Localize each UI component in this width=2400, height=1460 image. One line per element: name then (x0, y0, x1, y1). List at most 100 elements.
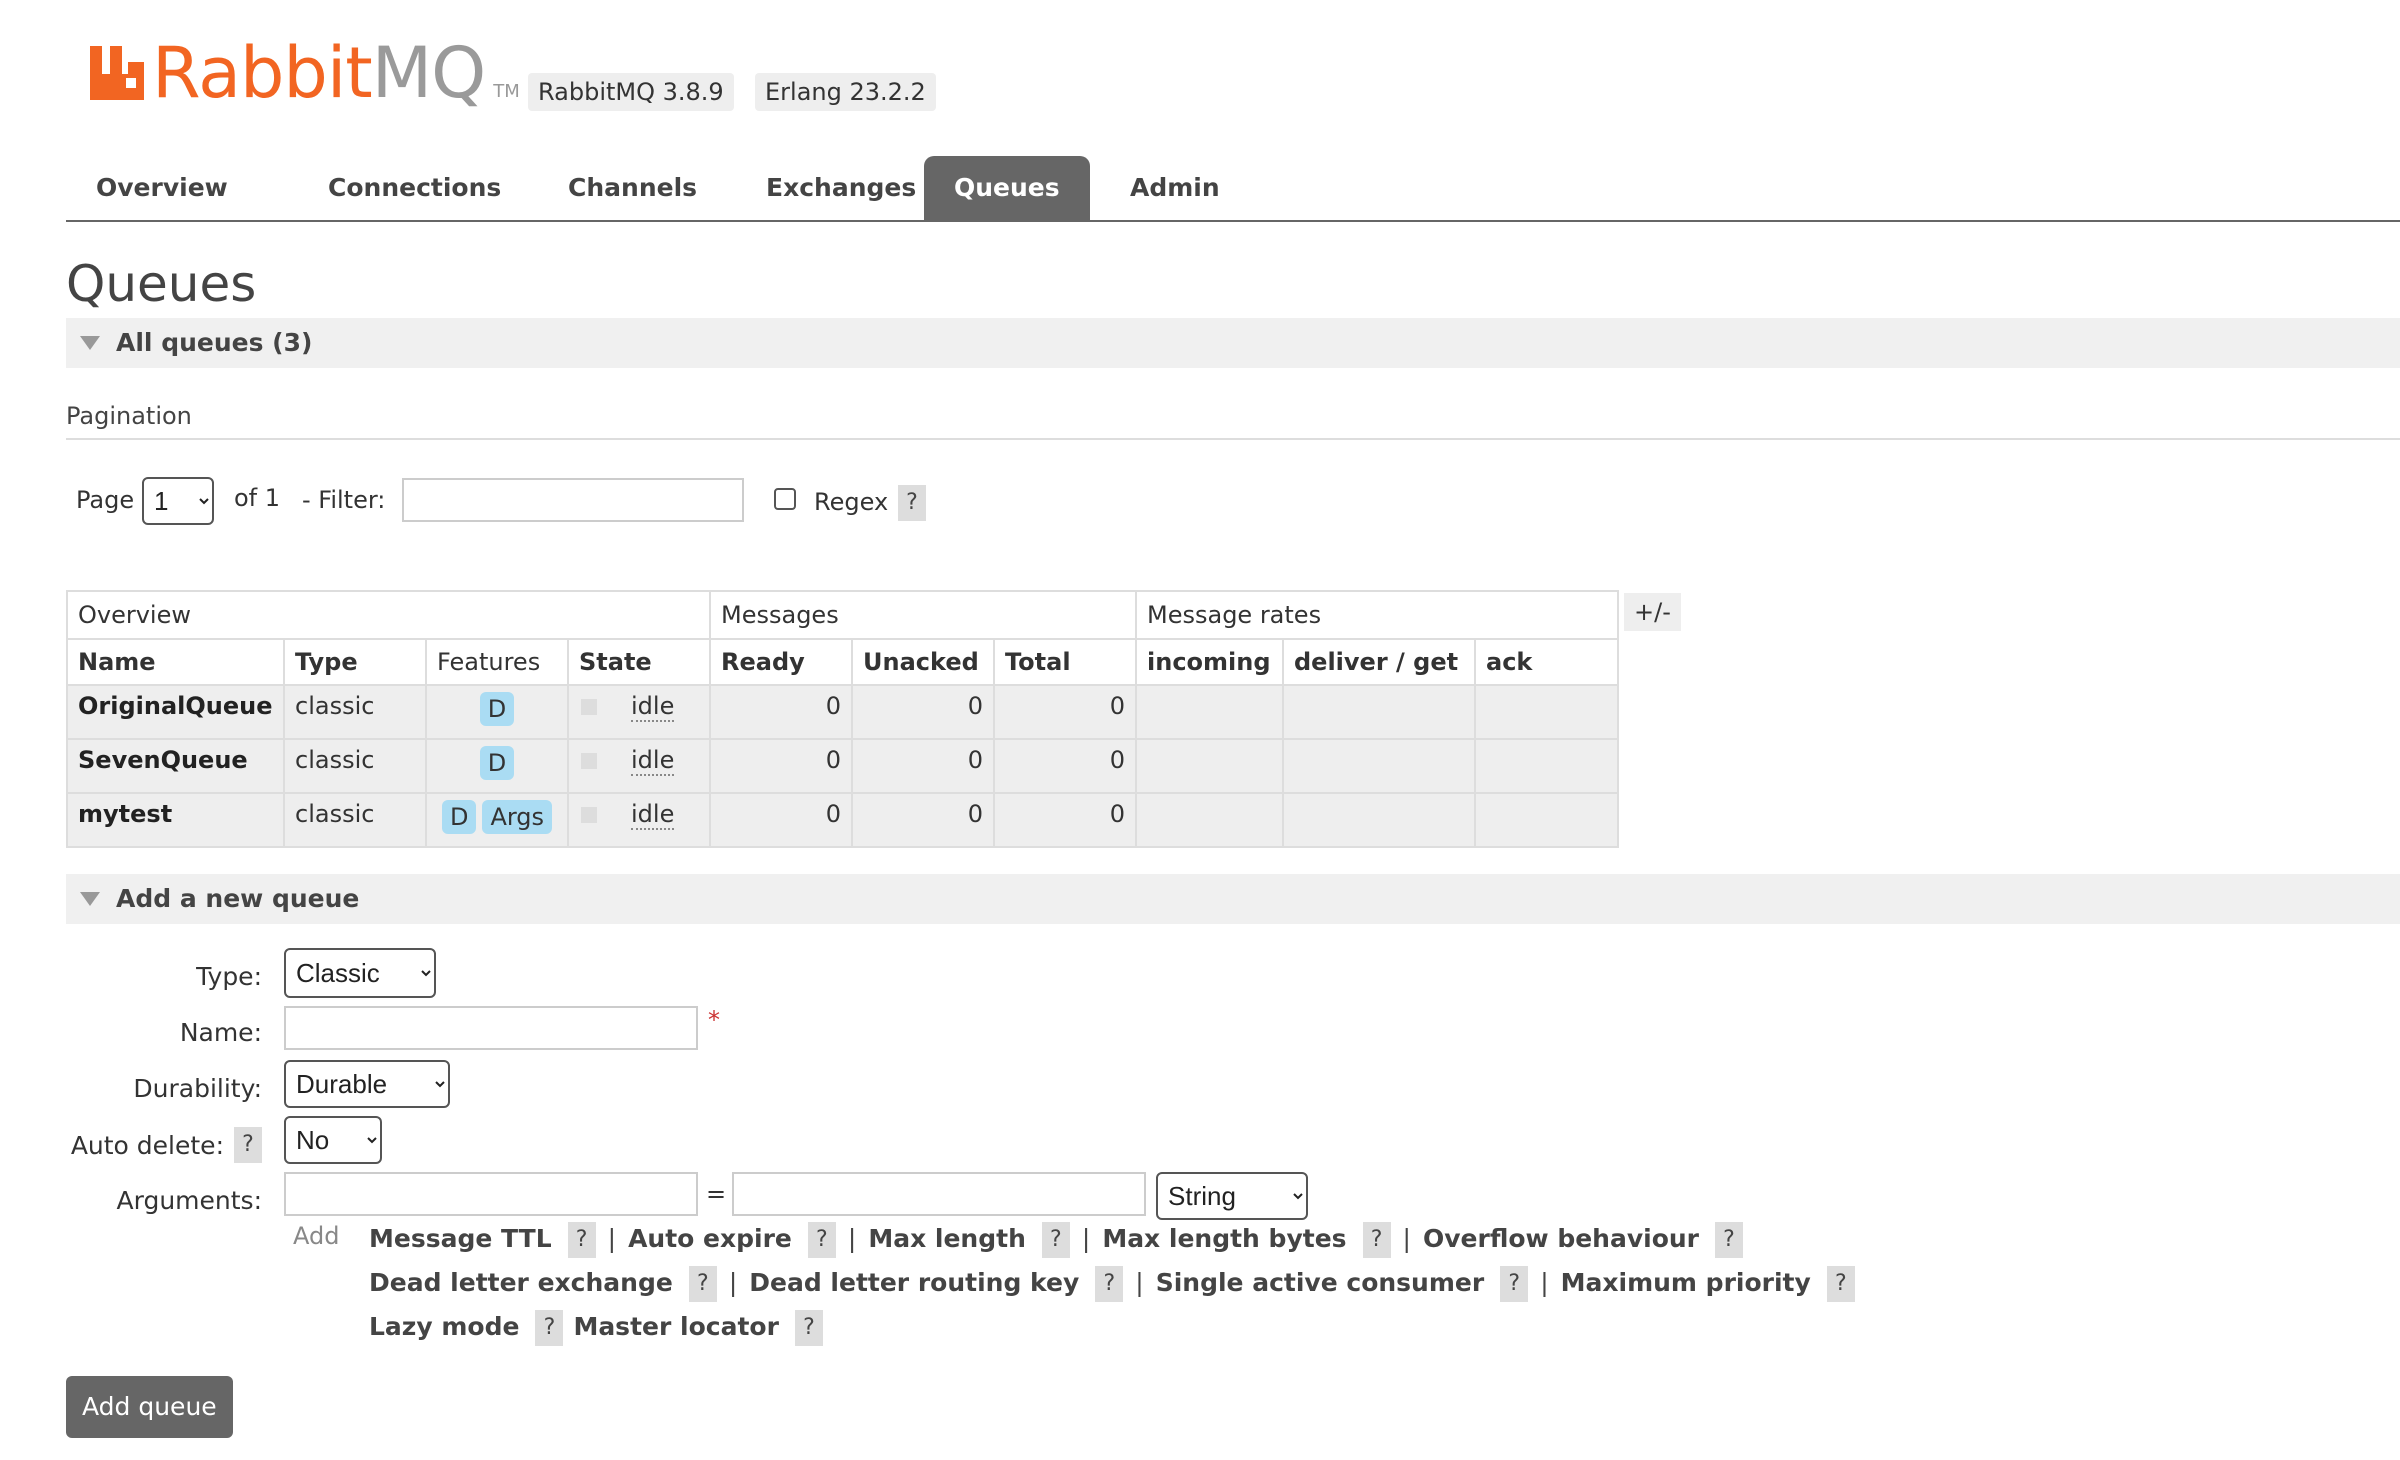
type-label: Type: (196, 962, 262, 991)
column-header-ready[interactable]: Ready (709, 638, 853, 686)
auto-delete-label: Auto delete: (70, 1131, 224, 1160)
help-icon[interactable]: ? (1715, 1222, 1744, 1258)
arg-link-max-length-bytes[interactable]: Max length bytes (1102, 1224, 1346, 1253)
help-icon[interactable]: ? (807, 1222, 836, 1258)
state-indicator-icon (581, 807, 597, 823)
rate-incoming (1135, 792, 1284, 848)
column-header-type[interactable]: Type (283, 638, 427, 686)
durability-label: Durability: (133, 1074, 262, 1103)
rabbitmq-logo-icon (90, 46, 144, 100)
arg-link-maximum-priority[interactable]: Maximum priority (1561, 1268, 1811, 1297)
column-header-unacked[interactable]: Unacked (851, 638, 995, 686)
rate-ack (1474, 792, 1619, 848)
separator: | (1540, 1268, 1549, 1297)
messages-unacked: 0 (851, 684, 995, 740)
regex-checkbox[interactable] (774, 488, 796, 510)
feature-badge-args[interactable]: Args (482, 800, 553, 834)
arg-link-max-length[interactable]: Max length (868, 1224, 1026, 1253)
argument-type-select[interactable]: String (1156, 1172, 1308, 1220)
page-label: Page (76, 486, 135, 514)
pagination-divider (66, 438, 2400, 440)
column-header-name[interactable]: Name (66, 638, 285, 686)
column-group-message-rates: Message rates (1135, 590, 1619, 640)
arguments-label: Arguments: (116, 1186, 262, 1215)
rate-incoming (1135, 684, 1284, 740)
queue-features: D (425, 684, 569, 740)
help-icon[interactable]: ? (688, 1266, 717, 1302)
arg-link-single-active-consumer[interactable]: Single active consumer (1156, 1268, 1484, 1297)
help-icon[interactable]: ? (1095, 1266, 1124, 1302)
arg-link-master-locator[interactable]: Master locator (573, 1312, 778, 1341)
regex-label: Regex (814, 488, 889, 516)
help-icon[interactable]: ? (1826, 1266, 1855, 1302)
messages-ready: 0 (709, 684, 853, 740)
column-group-messages: Messages (709, 590, 1137, 640)
help-icon[interactable]: ? (1041, 1222, 1070, 1258)
state-label: idle (631, 800, 675, 830)
queue-features: D (425, 738, 569, 794)
durability-select[interactable]: Durable (284, 1060, 450, 1108)
auto-delete-select[interactable]: No (284, 1116, 382, 1164)
state-indicator-icon (581, 753, 597, 769)
table-row: OriginalQueue classic D idle 0 0 0 (66, 684, 1619, 740)
auto-delete-help-icon[interactable]: ? (234, 1127, 262, 1163)
all-queues-section-toggle[interactable]: All queues (3) (66, 318, 2400, 368)
messages-unacked: 0 (851, 792, 995, 848)
queue-name-input[interactable] (284, 1006, 698, 1050)
page-select[interactable]: 1 (142, 477, 214, 525)
argument-shortcuts-row-1: Message TTL? | Auto expire? | Max length? | Ma… (369, 1222, 1753, 1258)
column-header-total[interactable]: Total (993, 638, 1137, 686)
tab-channels[interactable]: Channels (538, 156, 727, 220)
table-row: SevenQueue classic D idle 0 0 0 (66, 738, 1619, 794)
tab-queues[interactable]: Queues (924, 156, 1090, 220)
argument-shortcuts-row-3: Lazy mode? Master locator? (369, 1310, 833, 1346)
help-icon[interactable]: ? (794, 1310, 823, 1346)
queue-features: D Args (425, 792, 569, 848)
state-indicator-icon (581, 699, 597, 715)
required-marker: * (708, 1006, 720, 1034)
add-queue-section-toggle[interactable]: Add a new queue (66, 874, 2400, 924)
column-toggle-button[interactable]: +/- (1624, 593, 1681, 631)
arg-link-overflow-behaviour[interactable]: Overflow behaviour (1423, 1224, 1699, 1253)
pagination-heading: Pagination (66, 402, 192, 430)
argument-value-input[interactable] (732, 1172, 1146, 1216)
queue-name-link[interactable]: SevenQueue (66, 738, 285, 794)
tab-connections[interactable]: Connections (298, 156, 531, 220)
arg-link-lazy-mode[interactable]: Lazy mode (369, 1312, 519, 1341)
regex-help-icon[interactable]: ? (898, 485, 926, 521)
help-icon[interactable]: ? (1362, 1222, 1391, 1258)
column-header-deliver-get[interactable]: deliver / get (1282, 638, 1476, 686)
messages-unacked: 0 (851, 738, 995, 794)
collapse-triangle-icon (80, 336, 100, 350)
argument-key-input[interactable] (284, 1172, 698, 1216)
help-icon[interactable]: ? (567, 1222, 596, 1258)
messages-ready: 0 (709, 738, 853, 794)
column-header-features: Features (425, 638, 569, 686)
page-of-label: of 1 (234, 484, 281, 512)
column-header-incoming[interactable]: incoming (1135, 638, 1284, 686)
all-queues-title: All queues (3) (116, 328, 313, 357)
column-header-ack[interactable]: ack (1474, 638, 1619, 686)
arg-link-dead-letter-routing-key[interactable]: Dead letter routing key (749, 1268, 1079, 1297)
rate-deliver-get (1282, 792, 1476, 848)
queue-type-select[interactable]: Classic (284, 948, 436, 998)
tab-admin[interactable]: Admin (1100, 156, 1250, 220)
name-label: Name: (179, 1018, 262, 1047)
queue-name-link[interactable]: mytest (66, 792, 285, 848)
rabbitmq-logo[interactable]: Rabbit MQ TM (88, 36, 520, 108)
arg-link-dead-letter-exchange[interactable]: Dead letter exchange (369, 1268, 673, 1297)
arg-link-message-ttl[interactable]: Message TTL (369, 1224, 552, 1253)
queue-type: classic (283, 738, 427, 794)
arg-link-auto-expire[interactable]: Auto expire (628, 1224, 792, 1253)
queue-name-link[interactable]: OriginalQueue (66, 684, 285, 740)
argument-equals: = (706, 1180, 727, 1208)
column-header-state[interactable]: State (567, 638, 711, 686)
filter-label: - Filter: (302, 486, 386, 514)
tab-overview[interactable]: Overview (66, 156, 258, 220)
filter-input[interactable] (402, 478, 744, 522)
add-queue-button[interactable]: Add queue (66, 1376, 233, 1438)
tab-exchanges[interactable]: Exchanges (736, 156, 946, 220)
help-icon[interactable]: ? (1500, 1266, 1529, 1302)
help-icon[interactable]: ? (535, 1310, 564, 1346)
separator: | (607, 1224, 617, 1253)
